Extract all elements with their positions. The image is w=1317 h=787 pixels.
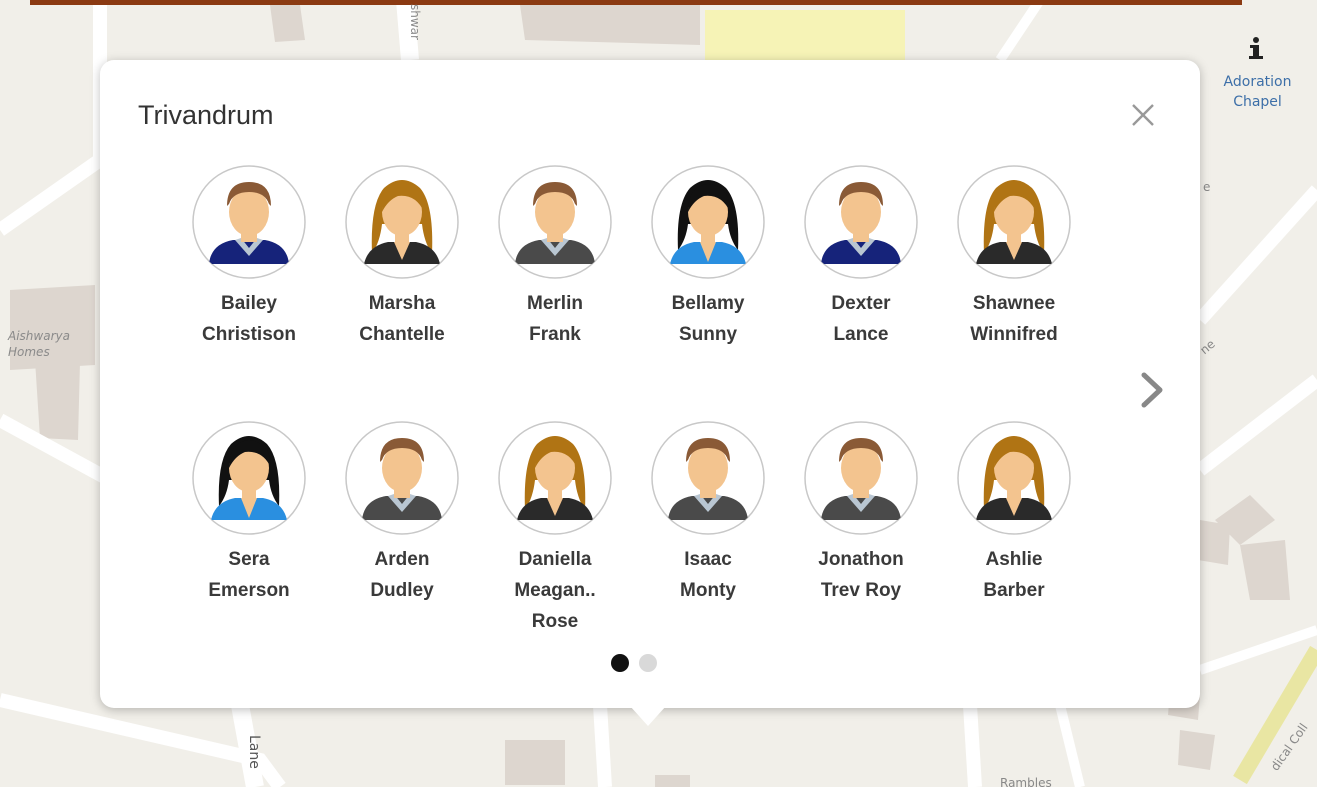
person-last-name: Chantelle <box>359 324 445 345</box>
person-name: Shawnee Winnifred <box>939 288 1089 350</box>
person-last-name: Emerson <box>208 580 290 601</box>
header-accent-bar <box>30 0 1242 5</box>
person-first-name: Sera <box>228 549 270 570</box>
person-first-name: Bailey <box>221 293 277 314</box>
avatar[interactable] <box>939 164 1089 280</box>
person-first-name: Arden <box>374 549 430 570</box>
map-label-road-bottom-right: Rambles <box>1000 776 1052 787</box>
avatar[interactable] <box>786 164 936 280</box>
person-last-name: Monty <box>680 580 736 601</box>
avatar[interactable] <box>174 420 324 536</box>
person-card[interactable]: Isaac Monty <box>633 420 783 606</box>
poi-label-adoration-chapel[interactable]: Adoration Chapel <box>1210 72 1305 112</box>
person-card[interactable]: Marsha Chantelle <box>327 164 477 350</box>
person-last-name: Frank <box>529 324 581 345</box>
person-card[interactable]: Daniella Meagan.. Rose <box>480 420 630 637</box>
person-first-name: Bellamy <box>671 293 745 314</box>
popup-title: Trivandrum <box>138 100 274 130</box>
avatar[interactable] <box>174 164 324 280</box>
person-last-name: Sunny <box>678 324 738 345</box>
person-first-name: Ashlie <box>985 549 1043 570</box>
person-card[interactable]: Bailey Christison <box>174 164 324 350</box>
avatar[interactable] <box>786 420 936 536</box>
avatar[interactable] <box>480 164 630 280</box>
pagination-dot[interactable] <box>611 654 629 672</box>
person-name: Merlin Frank <box>480 288 630 350</box>
person-last-name: Dudley <box>370 580 434 601</box>
team-popup: Trivandrum Bailey Christison Marsha Chan… <box>100 60 1200 708</box>
person-name: Bailey Christison <box>174 288 324 350</box>
person-last-name: Christison <box>202 324 296 345</box>
person-card[interactable]: Dexter Lance <box>786 164 936 350</box>
person-first-name: Isaac <box>684 549 732 570</box>
person-last-name: Barber <box>983 580 1045 601</box>
avatar[interactable] <box>633 420 783 536</box>
map-label-road-top: shwar <box>408 4 422 40</box>
map-label-aishwarya-homes: Aishwarya Homes <box>8 329 70 359</box>
person-first-name: Merlin <box>527 293 583 314</box>
map-label-road-right-1: e <box>1203 180 1211 194</box>
avatar[interactable] <box>327 420 477 536</box>
person-name: Dexter Lance <box>786 288 936 350</box>
person-first-name: Shawnee <box>972 293 1056 314</box>
popup-pointer <box>630 706 666 726</box>
person-card[interactable]: Bellamy Sunny <box>633 164 783 350</box>
avatar[interactable] <box>939 420 1089 536</box>
person-first-name: Daniella <box>518 549 592 570</box>
person-first-name: Jonathon <box>818 549 904 570</box>
person-name: Bellamy Sunny <box>633 288 783 350</box>
person-name: Isaac Monty <box>633 544 783 606</box>
person-name: Jonathon Trev Roy <box>786 544 936 606</box>
person-card[interactable]: Jonathon Trev Roy <box>786 420 936 606</box>
chevron-right-icon[interactable] <box>1136 365 1170 415</box>
info-icon[interactable] <box>1245 36 1267 62</box>
person-last-name: Lance <box>833 324 889 345</box>
person-last-name: Meagan.. Rose <box>514 580 596 632</box>
person-card[interactable]: Sera Emerson <box>174 420 324 606</box>
person-last-name: Winnifred <box>970 324 1058 345</box>
map-label-lane: Lane <box>246 735 262 769</box>
pagination-dot[interactable] <box>639 654 657 672</box>
person-card[interactable]: Arden Dudley <box>327 420 477 606</box>
person-card[interactable]: Merlin Frank <box>480 164 630 350</box>
person-name: Marsha Chantelle <box>327 288 477 350</box>
close-icon[interactable] <box>1126 98 1160 132</box>
person-card[interactable]: Shawnee Winnifred <box>939 164 1089 350</box>
avatar[interactable] <box>633 164 783 280</box>
map-view[interactable]: Aishwarya Homes shwar Lane e ne dical Co… <box>0 0 1317 787</box>
person-last-name: Trev Roy <box>820 580 902 601</box>
person-first-name: Marsha <box>368 293 436 314</box>
person-card[interactable]: Ashlie Barber <box>939 420 1089 606</box>
person-name: Ashlie Barber <box>939 544 1089 606</box>
avatar[interactable] <box>327 164 477 280</box>
person-name: Arden Dudley <box>327 544 477 606</box>
person-first-name: Dexter <box>831 293 891 314</box>
person-name: Daniella Meagan.. Rose <box>480 544 630 637</box>
person-name: Sera Emerson <box>174 544 324 606</box>
avatar[interactable] <box>480 420 630 536</box>
